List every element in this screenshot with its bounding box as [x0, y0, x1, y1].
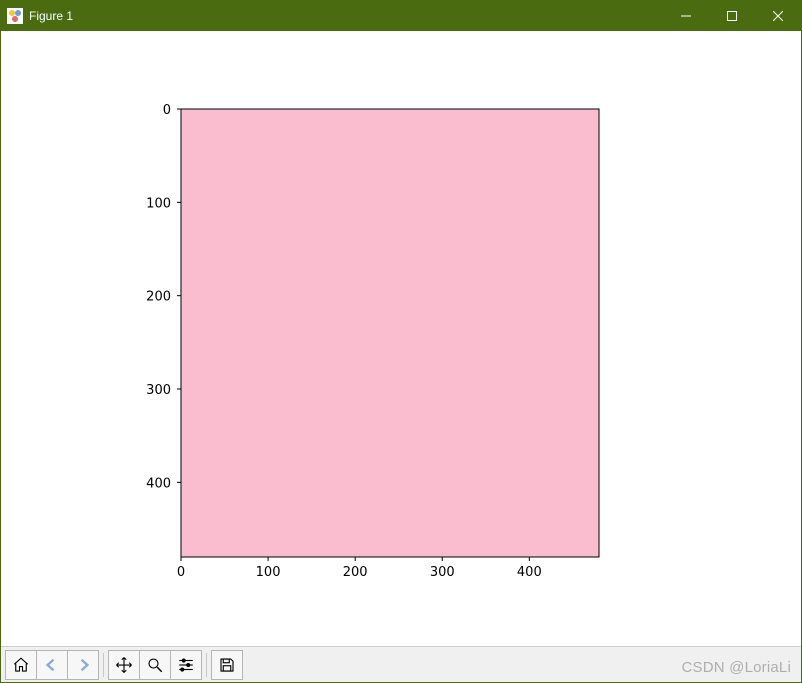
plot-svg: 0 100 200 300 400 0 100 200 300: [1, 31, 801, 646]
move-icon: [115, 656, 133, 674]
save-button[interactable]: [211, 650, 243, 680]
y-tick-label: 400: [146, 476, 171, 491]
figure-canvas[interactable]: 0 100 200 300 400 0 100 200 300: [1, 31, 801, 646]
plot-area: [181, 109, 599, 557]
matplotlib-toolbar: CSDN @LoriaLi: [1, 646, 801, 682]
x-tick-label: 100: [256, 565, 281, 580]
window-maximize-button[interactable]: [709, 1, 755, 31]
window-minimize-button[interactable]: [663, 1, 709, 31]
watermark-text: CSDN @LoriaLi: [681, 659, 791, 676]
zoom-button[interactable]: [139, 650, 171, 680]
y-tick-label: 0: [163, 103, 171, 118]
window-close-button[interactable]: [755, 1, 801, 31]
pan-button[interactable]: [108, 650, 140, 680]
save-icon: [218, 656, 236, 674]
y-tick-label: 100: [146, 196, 171, 211]
x-tick-label: 300: [430, 565, 455, 580]
y-tick-label: 300: [146, 383, 171, 398]
forward-button[interactable]: [67, 650, 99, 680]
window-title: Figure 1: [29, 9, 73, 23]
x-tick-label: 0: [177, 565, 185, 580]
back-button[interactable]: [36, 650, 68, 680]
toolbar-separator: [206, 653, 207, 677]
toolbar-separator: [103, 653, 104, 677]
home-icon: [12, 656, 30, 674]
sliders-icon: [177, 656, 195, 674]
x-tick-label: 200: [343, 565, 368, 580]
axes: 0 100 200 300 400 0 100 200 300: [146, 103, 599, 580]
window-titlebar: Figure 1: [1, 1, 801, 31]
x-tick-label: 400: [517, 565, 542, 580]
arrow-right-icon: [74, 656, 92, 674]
app-icon: [7, 8, 23, 24]
y-tick-label: 200: [146, 290, 171, 305]
home-button[interactable]: [5, 650, 37, 680]
magnify-icon: [146, 656, 164, 674]
configure-subplots-button[interactable]: [170, 650, 202, 680]
arrow-left-icon: [43, 656, 61, 674]
